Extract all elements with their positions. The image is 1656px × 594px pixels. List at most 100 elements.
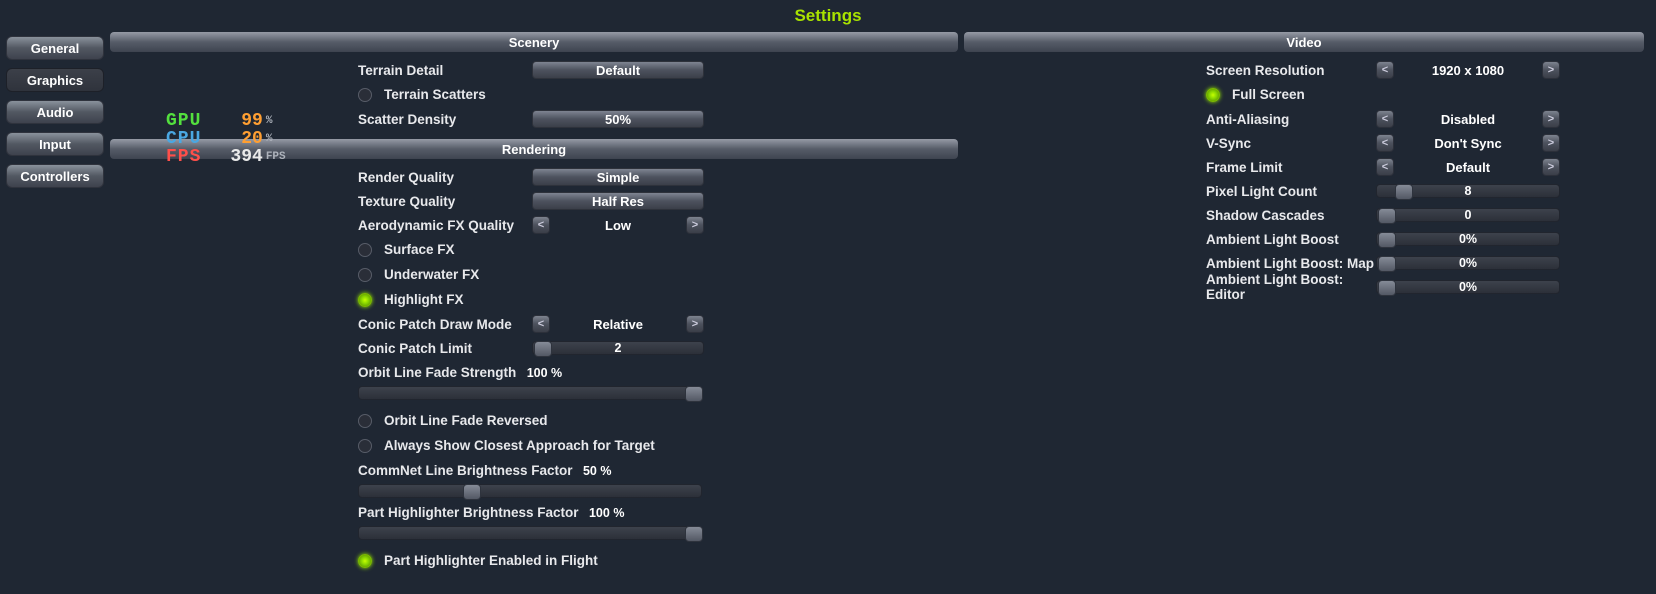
surface-fx-toggle[interactable] [358,243,372,257]
commnet-value: 50 % [583,464,612,478]
framelimit-next[interactable]: > [1542,158,1560,176]
terrain-detail-label: Terrain Detail [358,63,532,78]
pixel-light-value: 8 [1377,185,1559,197]
section-header-scenery: Scenery [110,32,958,52]
part-highlight-slider[interactable] [358,526,702,540]
section-rendering: Render Quality Simple Texture Quality Ha… [110,165,958,581]
highlight-fx-toggle[interactable] [358,293,372,307]
resolution-label: Screen Resolution [1206,63,1376,78]
resolution-selector: < 1920 x 1080 > [1376,61,1560,79]
conic-limit-value: 2 [533,342,703,354]
surface-fx-label: Surface FX [384,242,455,257]
cpu-label: CPU [166,130,208,148]
cpu-value: 20 [219,130,263,148]
pixel-light-slider[interactable]: 8 [1376,184,1560,198]
always-show-closest-label: Always Show Closest Approach for Target [384,438,655,453]
scatter-density-label: Scatter Density [358,112,532,127]
resolution-next[interactable]: > [1542,61,1560,79]
amb-boost-value: 0% [1377,233,1559,245]
conic-draw-selector: < Relative > [532,315,704,333]
performance-overlay: GPU 99% CPU 20% FPS 394FPS [166,112,286,166]
texture-quality-dropdown[interactable]: Half Res [532,192,704,210]
texture-quality-label: Texture Quality [358,194,532,209]
framelimit-prev[interactable]: < [1376,158,1394,176]
amb-boost-label: Ambient Light Boost [1206,232,1376,247]
conic-limit-slider[interactable]: 2 [532,341,704,355]
aa-value: Disabled [1394,110,1542,128]
vsync-next[interactable]: > [1542,134,1560,152]
aero-fx-value: Low [550,216,686,234]
resolution-value: 1920 x 1080 [1394,61,1542,79]
amb-boost-map-slider[interactable]: 0% [1376,256,1560,270]
fullscreen-toggle[interactable] [1206,88,1220,102]
terrain-detail-dropdown[interactable]: Default [532,61,704,79]
aero-fx-label: Aerodynamic FX Quality [358,218,532,233]
part-highlight-value: 100 % [589,506,624,520]
gpu-value: 99 [219,112,263,130]
part-highlight-flight-label: Part Highlighter Enabled in Flight [384,553,598,568]
aero-fx-prev[interactable]: < [532,216,550,234]
shadow-cascades-label: Shadow Cascades [1206,208,1376,223]
orbit-fade-value: 100 % [527,366,562,380]
amb-boost-slider[interactable]: 0% [1376,232,1560,246]
commnet-slider[interactable] [358,484,702,498]
underwater-fx-label: Underwater FX [384,267,479,282]
highlight-fx-label: Highlight FX [384,292,463,307]
terrain-scatters-label: Terrain Scatters [384,87,486,102]
render-quality-label: Render Quality [358,170,532,185]
framelimit-value: Default [1394,158,1542,176]
gpu-label: GPU [166,112,208,130]
right-column: Video Screen Resolution < 1920 x 1080 > … [964,32,1644,581]
scatter-density-value[interactable]: 50% [532,110,704,128]
vsync-value: Don't Sync [1394,134,1542,152]
aa-selector: < Disabled > [1376,110,1560,128]
commnet-label: CommNet Line Brightness Factor [358,463,573,478]
framelimit-label: Frame Limit [1206,160,1376,175]
aa-prev[interactable]: < [1376,110,1394,128]
fullscreen-label: Full Screen [1232,87,1305,102]
aero-fx-next[interactable]: > [686,216,704,234]
cpu-unit: % [266,133,273,145]
conic-draw-prev[interactable]: < [532,315,550,333]
aero-fx-selector: < Low > [532,216,704,234]
amb-boost-editor-label: Ambient Light Boost: Editor [1206,272,1376,302]
gpu-unit: % [266,115,273,127]
shadow-cascades-value: 0 [1377,209,1559,221]
conic-draw-label: Conic Patch Draw Mode [358,317,532,332]
section-video: Screen Resolution < 1920 x 1080 > Full S… [964,58,1644,307]
framelimit-selector: < Default > [1376,158,1560,176]
sidebar: General Graphics Audio Input Controllers [6,32,104,581]
orbit-fade-label: Orbit Line Fade Strength [358,365,516,380]
conic-draw-value: Relative [550,315,686,333]
vsync-prev[interactable]: < [1376,134,1394,152]
orbit-fade-reversed-label: Orbit Line Fade Reversed [384,413,548,428]
pixel-light-label: Pixel Light Count [1206,184,1376,199]
nav-graphics[interactable]: Graphics [6,68,104,92]
vsync-label: V-Sync [1206,136,1376,151]
aa-label: Anti-Aliasing [1206,112,1376,127]
amb-boost-editor-slider[interactable]: 0% [1376,280,1560,294]
amb-boost-map-value: 0% [1377,257,1559,269]
nav-general[interactable]: General [6,36,104,60]
orbit-fade-slider[interactable] [358,386,702,400]
conic-draw-next[interactable]: > [686,315,704,333]
aa-next[interactable]: > [1542,110,1560,128]
underwater-fx-toggle[interactable] [358,268,372,282]
resolution-prev[interactable]: < [1376,61,1394,79]
amb-boost-editor-value: 0% [1377,281,1559,293]
part-highlight-flight-toggle[interactable] [358,554,372,568]
fps-value: 394 [219,148,263,166]
render-quality-dropdown[interactable]: Simple [532,168,704,186]
part-highlight-label: Part Highlighter Brightness Factor [358,505,579,520]
fps-label: FPS [166,148,208,166]
terrain-scatters-toggle[interactable] [358,88,372,102]
fps-unit: FPS [266,151,286,163]
always-show-closest-toggle[interactable] [358,439,372,453]
orbit-fade-reversed-toggle[interactable] [358,414,372,428]
nav-input[interactable]: Input [6,132,104,156]
amb-boost-map-label: Ambient Light Boost: Map [1206,256,1376,271]
nav-controllers[interactable]: Controllers [6,164,104,188]
section-header-video: Video [964,32,1644,52]
shadow-cascades-slider[interactable]: 0 [1376,208,1560,222]
nav-audio[interactable]: Audio [6,100,104,124]
